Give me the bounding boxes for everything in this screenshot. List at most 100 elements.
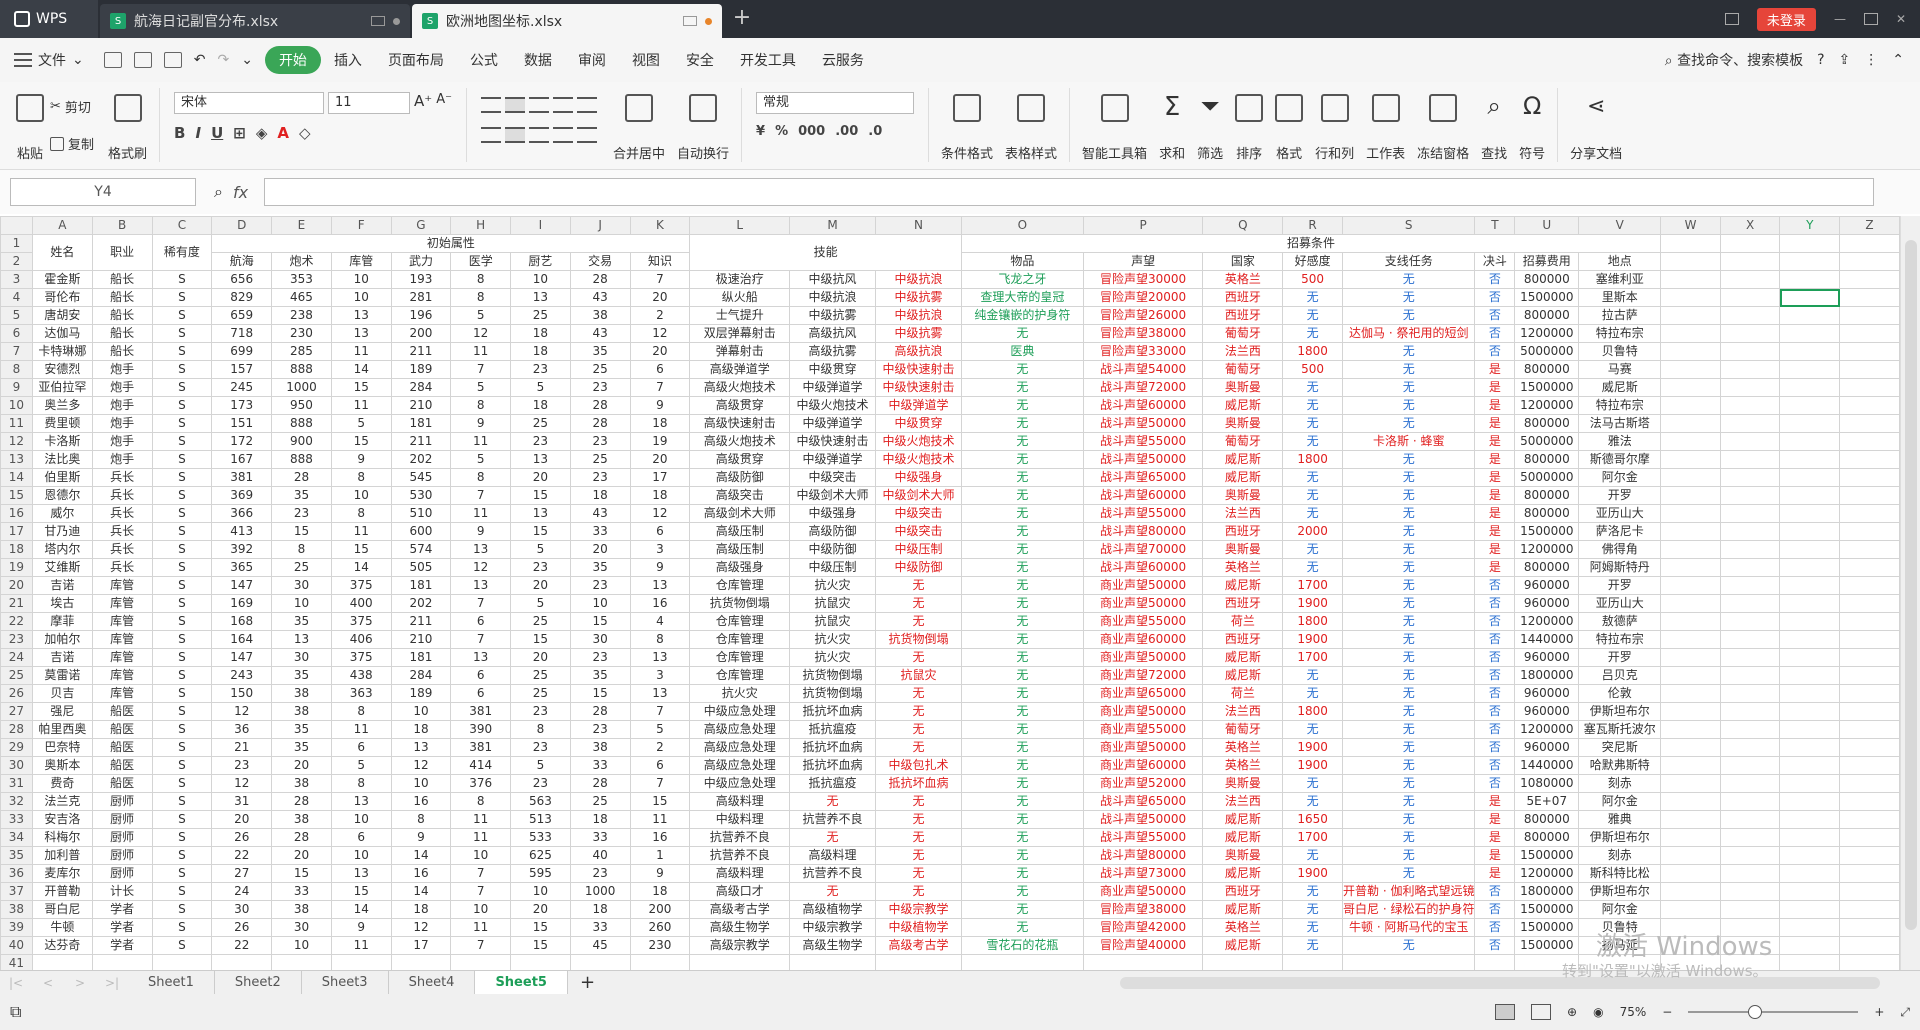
cell[interactable] bbox=[1779, 342, 1841, 361]
cell[interactable]: 1200000 bbox=[1514, 864, 1580, 883]
cell[interactable]: 无 bbox=[875, 612, 962, 631]
find-button[interactable]: ⌕ 查找 bbox=[1481, 88, 1507, 162]
fx-icon[interactable]: fx bbox=[233, 183, 248, 202]
cell[interactable]: 20 bbox=[569, 540, 631, 559]
cell[interactable]: 阿尔金 bbox=[1578, 900, 1662, 919]
cell[interactable]: 抗火灾 bbox=[789, 648, 877, 667]
column-header[interactable]: P bbox=[1082, 216, 1204, 235]
cell[interactable]: 18 bbox=[510, 342, 571, 361]
cell[interactable]: 9 bbox=[629, 558, 691, 577]
cell[interactable]: 960000 bbox=[1514, 648, 1580, 667]
cell[interactable]: 375 bbox=[330, 576, 392, 595]
cell[interactable]: 奥斯曼 bbox=[1202, 540, 1284, 559]
cell[interactable]: 381 bbox=[450, 738, 512, 757]
cell[interactable]: 35 bbox=[271, 486, 332, 505]
page-view-icon[interactable] bbox=[1531, 1004, 1552, 1020]
cell[interactable]: 28 bbox=[569, 702, 631, 721]
cell[interactable] bbox=[1779, 666, 1841, 685]
cell[interactable]: S bbox=[151, 864, 213, 883]
cell[interactable]: 摩菲 bbox=[31, 612, 93, 631]
cell[interactable]: 伊斯坦布尔 bbox=[1578, 828, 1662, 847]
cell[interactable]: 无 bbox=[960, 918, 1084, 937]
cell[interactable]: 唐胡安 bbox=[31, 306, 93, 325]
cell[interactable]: 无 bbox=[960, 576, 1084, 595]
underline-button[interactable]: U bbox=[211, 124, 223, 142]
cell[interactable]: 仓库管理 bbox=[689, 612, 791, 631]
cell[interactable]: 招募条件 bbox=[960, 234, 1662, 253]
cell[interactable]: 商业声望55000 bbox=[1082, 612, 1204, 631]
cell[interactable] bbox=[1839, 594, 1900, 613]
cell[interactable]: 无 bbox=[1282, 666, 1343, 685]
column-header[interactable]: A bbox=[31, 216, 93, 235]
cell[interactable]: 特拉布宗 bbox=[1578, 630, 1662, 649]
cell[interactable]: 抗营养不良 bbox=[789, 864, 877, 883]
column-header[interactable]: Q bbox=[1202, 216, 1284, 235]
file-menu[interactable]: 文件 ⌄ bbox=[14, 50, 84, 70]
cell[interactable]: 1800 bbox=[1282, 702, 1343, 721]
cell[interactable]: 中级抗浪 bbox=[789, 288, 877, 307]
cell[interactable]: 960000 bbox=[1514, 684, 1580, 703]
font-family-select[interactable]: 宋体 bbox=[174, 92, 325, 114]
cell[interactable] bbox=[1839, 936, 1900, 955]
cell[interactable]: 14 bbox=[330, 558, 392, 577]
cell[interactable]: S bbox=[151, 612, 213, 631]
cell[interactable]: 刻赤 bbox=[1578, 774, 1662, 793]
cell[interactable]: 无 bbox=[960, 882, 1084, 901]
cell[interactable] bbox=[1779, 522, 1841, 541]
cell[interactable]: 高级剑术大师 bbox=[689, 504, 791, 523]
cell[interactable]: 无 bbox=[960, 828, 1084, 847]
cell[interactable]: 双层弹幕射击 bbox=[689, 324, 791, 343]
cell[interactable]: 冒险声望26000 bbox=[1082, 306, 1204, 325]
cell[interactable]: 无 bbox=[1341, 702, 1476, 721]
cell[interactable]: 18 bbox=[569, 810, 631, 829]
cell[interactable]: 238 bbox=[271, 306, 332, 325]
zoom-out-icon[interactable]: − bbox=[1662, 1005, 1672, 1019]
cell[interactable] bbox=[1839, 810, 1900, 829]
cell[interactable]: 28 bbox=[569, 774, 631, 793]
cell[interactable]: 510 bbox=[390, 504, 452, 523]
font-size-select[interactable]: 11 bbox=[328, 92, 411, 114]
cell[interactable]: 地点 bbox=[1578, 252, 1662, 271]
cell[interactable]: 帕里西奥 bbox=[31, 720, 93, 739]
cell[interactable] bbox=[1839, 756, 1900, 775]
cell[interactable]: 5 bbox=[450, 378, 512, 397]
cell[interactable]: 5 bbox=[629, 720, 691, 739]
cell[interactable]: 9 bbox=[629, 864, 691, 883]
cell[interactable]: S bbox=[151, 666, 213, 685]
cell[interactable]: 否 bbox=[1474, 684, 1516, 703]
cell[interactable]: 5 bbox=[510, 540, 571, 559]
cell[interactable] bbox=[1779, 954, 1841, 970]
cell[interactable]: 8 bbox=[629, 630, 691, 649]
cell[interactable]: S bbox=[151, 702, 213, 721]
cell[interactable]: 363 bbox=[330, 684, 392, 703]
cell[interactable]: 否 bbox=[1474, 324, 1516, 343]
row-header[interactable]: 32 bbox=[0, 792, 33, 811]
cell[interactable]: 15 bbox=[510, 486, 571, 505]
cell[interactable]: 800000 bbox=[1514, 558, 1580, 577]
cell[interactable]: 荷兰 bbox=[1202, 612, 1284, 631]
tab-page-layout[interactable]: 页面布局 bbox=[375, 50, 457, 70]
cell[interactable]: 25 bbox=[510, 684, 571, 703]
cell[interactable]: 国家 bbox=[1202, 252, 1284, 271]
cell[interactable] bbox=[1660, 252, 1721, 271]
cell[interactable]: 无 bbox=[960, 378, 1084, 397]
cell[interactable]: 656 bbox=[211, 270, 273, 289]
cell[interactable]: 8 bbox=[450, 288, 512, 307]
cell[interactable]: 38 bbox=[271, 702, 332, 721]
cell[interactable]: 无 bbox=[875, 846, 962, 865]
cell[interactable]: 13 bbox=[510, 288, 571, 307]
cell[interactable]: 抗营养不良 bbox=[689, 828, 791, 847]
cell[interactable]: 28 bbox=[271, 468, 332, 487]
cell[interactable]: 抗鼠灾 bbox=[875, 666, 962, 685]
cell[interactable]: 特拉布宗 bbox=[1578, 324, 1662, 343]
sheet-grid[interactable]: ABCDEFGHIJKLMNOPQRSTUVWXYZ 1 姓名 职业 稀有度 初始属性技… bbox=[0, 216, 1900, 970]
cell[interactable]: 甘乃迪 bbox=[31, 522, 93, 541]
cell[interactable]: 吕贝克 bbox=[1578, 666, 1662, 685]
cell[interactable]: 商业声望55000 bbox=[1082, 720, 1204, 739]
cell[interactable]: 960000 bbox=[1514, 738, 1580, 757]
tab-home[interactable]: 开始 bbox=[264, 46, 321, 74]
cell[interactable]: 533 bbox=[510, 828, 571, 847]
cell[interactable]: 11 bbox=[629, 810, 691, 829]
cell[interactable]: 中级突击 bbox=[875, 522, 962, 541]
cell[interactable]: 10 bbox=[330, 288, 392, 307]
